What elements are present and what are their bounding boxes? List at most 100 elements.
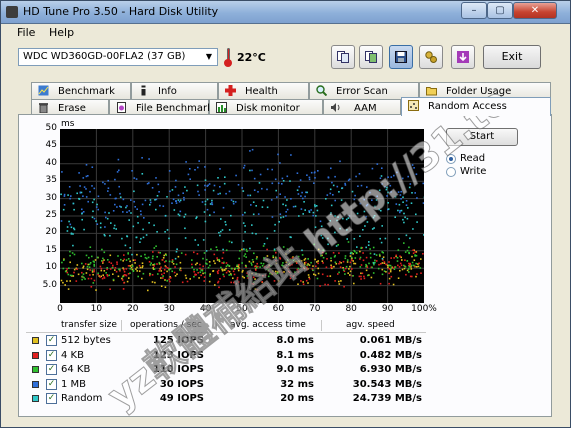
- menu-file[interactable]: File: [17, 26, 35, 39]
- copy-image-button[interactable]: [359, 45, 383, 69]
- data-point: [153, 268, 156, 270]
- data-point: [196, 216, 198, 218]
- data-point: [282, 216, 285, 218]
- data-point: [355, 175, 357, 178]
- close-button[interactable]: ✕: [513, 2, 557, 19]
- data-point: [169, 190, 171, 193]
- data-point: [84, 263, 87, 265]
- data-point: [350, 259, 353, 261]
- data-point: [388, 261, 390, 263]
- data-point: [287, 267, 290, 270]
- data-point: [376, 163, 379, 165]
- title-bar[interactable]: HD Tune Pro 3.50 - Hard Disk Utility – ▢…: [1, 1, 570, 24]
- data-point: [126, 280, 129, 283]
- data-point: [69, 223, 72, 226]
- data-point: [396, 256, 399, 259]
- data-point: [223, 182, 226, 185]
- data-point: [361, 272, 364, 275]
- minimize-button[interactable]: –: [461, 2, 487, 19]
- data-point: [205, 250, 208, 252]
- data-point: [275, 259, 277, 262]
- data-point: [246, 250, 248, 252]
- data-point: [142, 236, 145, 239]
- data-point: [69, 261, 71, 264]
- maximize-button[interactable]: ▢: [487, 2, 513, 19]
- tab-random-access[interactable]: Random Access: [401, 97, 551, 116]
- download-button[interactable]: [451, 45, 475, 69]
- copy-image-icon: [365, 51, 377, 63]
- header-operations: operations / sec: [130, 320, 202, 330]
- data-point: [90, 286, 93, 288]
- start-button[interactable]: Start: [446, 128, 518, 146]
- data-point: [200, 274, 202, 277]
- data-point: [177, 255, 180, 258]
- data-point: [116, 171, 119, 173]
- data-point: [403, 221, 405, 224]
- data-point: [119, 196, 122, 198]
- data-point: [184, 253, 187, 256]
- data-point: [156, 256, 158, 258]
- data-point: [150, 262, 152, 264]
- data-point: [132, 269, 135, 272]
- data-point: [287, 270, 290, 273]
- data-point: [300, 260, 303, 262]
- series-checkbox[interactable]: ✓: [46, 364, 57, 375]
- data-point: [162, 257, 165, 259]
- data-point: [303, 263, 306, 266]
- exit-button[interactable]: Exit: [483, 45, 541, 69]
- data-point: [236, 278, 238, 281]
- data-point: [246, 275, 249, 277]
- data-point: [419, 267, 422, 269]
- write-radio[interactable]: Write: [446, 166, 526, 179]
- data-point: [326, 194, 329, 196]
- series-checkbox[interactable]: ✓: [46, 378, 57, 390]
- data-point: [63, 193, 66, 196]
- data-point: [402, 201, 404, 203]
- data-point: [85, 164, 88, 166]
- data-point: [408, 262, 410, 265]
- data-point: [285, 253, 287, 256]
- data-point: [363, 275, 365, 278]
- data-point: [258, 182, 261, 184]
- data-point: [333, 265, 335, 268]
- tab-benchmark[interactable]: Benchmark: [31, 82, 131, 99]
- options-button[interactable]: [419, 45, 443, 69]
- data-point: [68, 220, 70, 223]
- tab-info[interactable]: Info: [131, 82, 218, 99]
- data-point: [153, 265, 155, 267]
- drive-select[interactable]: WDC WD360GD-00FLA2 (37 GB) ▼: [18, 48, 218, 66]
- data-point: [174, 257, 177, 260]
- data-point: [129, 272, 131, 274]
- data-point: [399, 255, 401, 258]
- y-tick-label: 10: [45, 262, 57, 273]
- data-point: [376, 195, 378, 198]
- tab-health[interactable]: Health: [218, 82, 309, 99]
- data-point: [106, 217, 109, 220]
- data-point: [289, 274, 292, 277]
- data-point: [300, 280, 302, 282]
- data-point: [319, 220, 322, 223]
- data-point: [356, 212, 359, 215]
- data-point: [133, 200, 135, 203]
- data-point: [134, 206, 136, 208]
- menu-help[interactable]: Help: [49, 26, 74, 39]
- data-point: [60, 279, 63, 282]
- data-point: [175, 202, 178, 204]
- data-point: [88, 266, 91, 268]
- data-point: [263, 265, 266, 268]
- series-color-swatch: [32, 337, 39, 344]
- copy-text-button[interactable]: [331, 45, 355, 69]
- data-point: [306, 191, 308, 194]
- data-point: [273, 280, 276, 282]
- data-point: [365, 246, 367, 249]
- series-checkbox[interactable]: ✓: [46, 393, 57, 404]
- read-radio[interactable]: Read: [446, 153, 526, 166]
- series-checkbox[interactable]: ✓: [46, 349, 57, 361]
- data-point: [289, 250, 291, 252]
- series-checkbox[interactable]: ✓: [46, 335, 57, 346]
- data-point: [208, 261, 211, 263]
- data-point: [82, 211, 85, 213]
- data-point: [138, 264, 141, 267]
- data-point: [60, 220, 63, 222]
- save-button[interactable]: [389, 45, 413, 69]
